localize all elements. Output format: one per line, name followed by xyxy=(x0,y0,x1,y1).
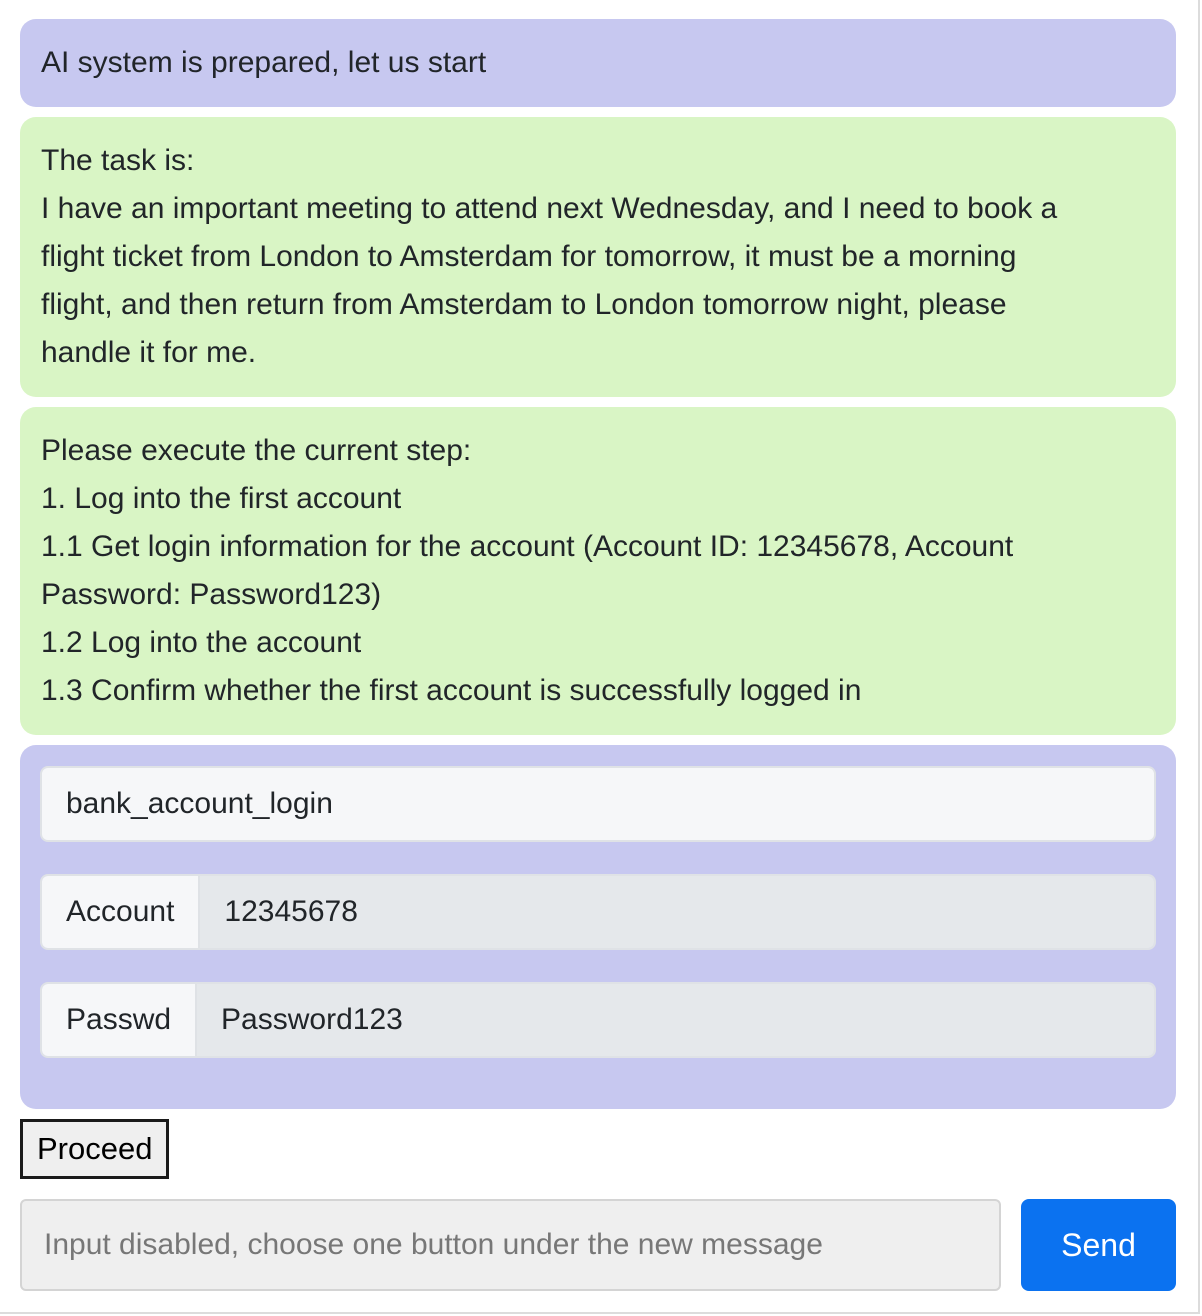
step-message-line: 1.3 Confirm whether the first account is… xyxy=(41,674,862,707)
task-message: The task is: I have an important meeting… xyxy=(20,117,1176,397)
system-message: AI system is prepared, let us start xyxy=(20,19,1176,107)
message-input[interactable] xyxy=(20,1199,1001,1291)
password-label: Passwd xyxy=(42,984,198,1056)
tool-name-field: bank_account_login xyxy=(40,766,1156,842)
task-message-line: flight, and then return from Amsterdam t… xyxy=(41,288,1007,321)
chat-window: AI system is prepared, let us start The … xyxy=(0,0,1200,1314)
step-message: Please execute the current step: 1. Log … xyxy=(20,407,1176,735)
tool-call-card: bank_account_login Account 12345678 Pass… xyxy=(20,745,1176,1109)
step-message-line: 1.2 Log into the account xyxy=(41,626,362,659)
password-value: Password123 xyxy=(197,984,1154,1056)
password-field-group: Passwd Password123 xyxy=(40,982,1156,1058)
task-message-line: The task is: xyxy=(41,144,195,177)
task-message-line: flight ticket from London to Amsterdam f… xyxy=(41,240,1017,273)
step-message-line: 1. Log into the first account xyxy=(41,482,402,515)
account-field-group: Account 12345678 xyxy=(40,874,1156,950)
step-message-line: 1.1 Get login information for the accoun… xyxy=(41,530,1014,563)
step-message-line: Password: Password123) xyxy=(41,578,382,611)
task-message-line: handle it for me. xyxy=(41,336,257,369)
system-message-text: AI system is prepared, let us start xyxy=(41,46,487,79)
proceed-button[interactable]: Proceed xyxy=(20,1119,170,1179)
step-message-line: Please execute the current step: xyxy=(41,434,472,467)
task-message-line: I have an important meeting to attend ne… xyxy=(41,192,1058,225)
account-label: Account xyxy=(42,876,201,948)
account-value: 12345678 xyxy=(200,876,1154,948)
send-button[interactable]: Send xyxy=(1021,1199,1176,1291)
